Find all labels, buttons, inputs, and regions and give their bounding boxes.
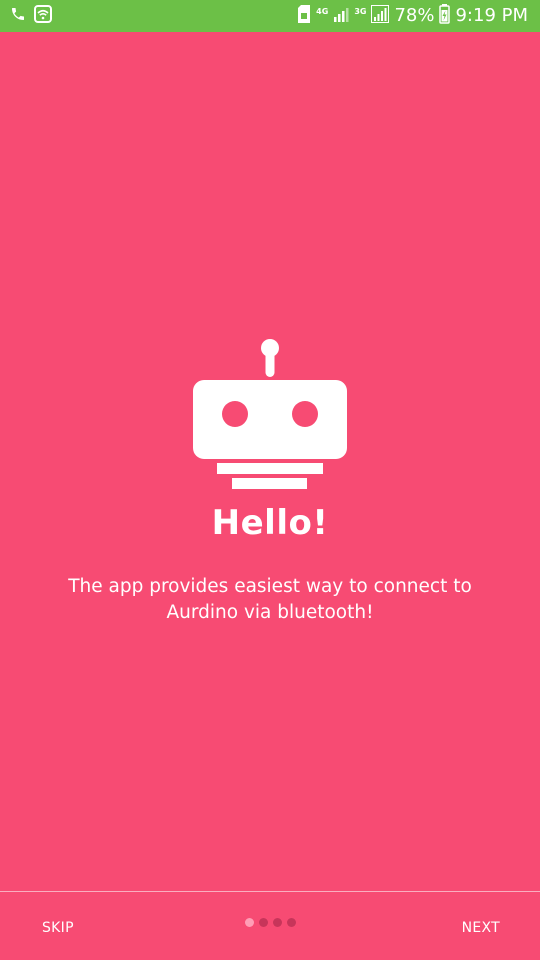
- page-dot-active: [244, 918, 254, 927]
- page-dot: [286, 918, 296, 927]
- battery-icon: [439, 4, 451, 28]
- onboarding-title: Hello!: [211, 503, 329, 543]
- clock: 9:19 PM: [455, 5, 528, 26]
- robot-icon: [192, 337, 348, 495]
- wifi-icon: [34, 5, 52, 27]
- status-left: [10, 5, 60, 27]
- sim-icon: [297, 5, 311, 27]
- skip-button[interactable]: SKIP: [42, 910, 74, 946]
- signal-icon: [371, 5, 390, 27]
- footer-divider: [0, 891, 540, 892]
- status-right: 4G 3G 78% 9:19 PM: [292, 0, 528, 32]
- page-dot: [258, 918, 268, 927]
- signal-icon: [333, 6, 349, 26]
- battery-percent: 78%: [394, 5, 435, 26]
- page-dot: [272, 918, 282, 927]
- network-4g-label: 4G: [316, 6, 329, 16]
- status-bar: 4G 3G 78% 9:19 PM: [0, 0, 540, 32]
- network-3g-label: 3G: [354, 6, 367, 16]
- phone-icon: [10, 6, 26, 26]
- page-indicator: [0, 918, 540, 927]
- onboarding-description: The app provides easiest way to connect …: [68, 576, 472, 623]
- next-button[interactable]: NEXT: [462, 910, 500, 946]
